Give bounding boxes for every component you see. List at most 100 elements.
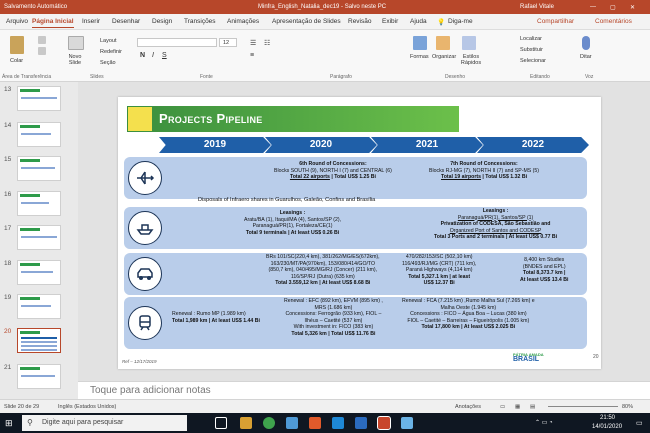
slide-thumbnail[interactable] [17, 260, 61, 285]
powerpoint-icon[interactable] [377, 416, 391, 430]
underline-button[interactable]: S [162, 52, 167, 59]
maximize-icon[interactable]: ▢ [610, 4, 616, 11]
shapes-button[interactable]: Formas [410, 54, 429, 60]
tell-me-input[interactable]: Diga-me [448, 18, 473, 25]
thumb-title-bar [20, 228, 40, 231]
menu-exibir[interactable]: Exibir [382, 18, 398, 25]
microphone-icon[interactable] [582, 36, 590, 50]
bullets-icon[interactable]: ☰ [250, 39, 256, 47]
paste-icon[interactable] [10, 36, 24, 54]
copy-icon[interactable] [38, 47, 46, 55]
share-button[interactable]: Compartilhar [537, 18, 574, 25]
slide[interactable]: Projects Pipeline 2019 2020 2021 2022 6t… [118, 97, 601, 369]
slide-thumbnail[interactable] [17, 294, 61, 319]
section-button[interactable]: Seção [100, 60, 116, 66]
file-explorer-icon[interactable] [240, 417, 252, 429]
sorter-view-icon[interactable]: ▦ [515, 404, 520, 410]
quick-styles-icon[interactable] [462, 36, 476, 50]
notes-button[interactable]: Anotações [455, 404, 481, 410]
app-icon[interactable] [332, 417, 344, 429]
notifications-icon[interactable]: ▭ [636, 419, 643, 427]
zoom-level[interactable]: 80% [622, 404, 633, 410]
menu-apresentacao[interactable]: Apresentação de Slides [272, 18, 341, 25]
taskbar: ⊞ Digite aqui para pesquisar ⚲ ⌃ ▭ ◔ 21:… [0, 413, 650, 433]
slide-thumbnail[interactable] [17, 225, 61, 250]
zoom-slider[interactable] [548, 406, 618, 407]
slide-thumbnail[interactable] [17, 364, 61, 389]
normal-view-icon[interactable]: ▭ [500, 404, 505, 410]
slide-thumbnail-panel[interactable]: 13 14 15 16 17 18 19 20 21 [0, 82, 78, 399]
slide-footnote: Ref – 12/17/2019 [122, 359, 157, 364]
menu-revisao[interactable]: Revisão [348, 18, 371, 25]
shapes-icon[interactable] [413, 36, 427, 50]
thumb-line [21, 202, 49, 204]
find-button[interactable]: Localizar [520, 36, 542, 42]
close-icon[interactable]: ✕ [630, 4, 635, 11]
chrome-icon[interactable] [263, 417, 275, 429]
menu-transicoes[interactable]: Transições [184, 18, 216, 25]
menu-pagina-inicial[interactable]: Página Inicial [32, 18, 74, 28]
arrange-icon[interactable] [436, 36, 450, 50]
reset-button[interactable]: Redefinir [100, 49, 122, 55]
replace-button[interactable]: Substituir [520, 47, 543, 53]
system-tray-icon[interactable]: ⌃ ▭ ◔ [535, 419, 553, 426]
layout-button[interactable]: Layout [100, 38, 117, 44]
select-button[interactable]: Selecionar [520, 58, 546, 64]
roads-2021: 470/282/153/SC (502,10 km) 116/493/RJ/MG… [402, 254, 477, 286]
slide-page-number: 20 [593, 354, 599, 360]
timeline: 2019 2020 2021 2022 [159, 137, 589, 153]
slide-thumbnail-selected[interactable] [17, 328, 61, 353]
thumb-line [21, 271, 53, 273]
year-chevron: 2020 [265, 137, 377, 153]
clock-date[interactable]: 14/01/2020 [592, 424, 622, 430]
menu-desenhar[interactable]: Desenhar [112, 18, 140, 25]
title-bar: Salvamento Automático Minfra_English_Nat… [0, 0, 650, 14]
quick-styles-button[interactable]: Estilos Rápidos [459, 54, 483, 66]
paste-button[interactable]: Colar [10, 58, 23, 64]
font-size-field[interactable]: 12 [219, 38, 237, 47]
numbering-icon[interactable]: ☷ [264, 39, 270, 47]
slide-thumbnail[interactable] [17, 156, 61, 181]
bold-button[interactable]: N [140, 52, 145, 59]
thumb-title-bar [20, 367, 40, 370]
menu-ajuda[interactable]: Ajuda [410, 18, 427, 25]
user-name[interactable]: Rafael Vitale [520, 4, 554, 10]
menu-arquivo[interactable]: Arquivo [6, 18, 28, 25]
menu-design[interactable]: Design [152, 18, 172, 25]
search-icon: ⚲ [27, 418, 33, 427]
reading-view-icon[interactable]: ▤ [530, 404, 535, 410]
thumb-line [21, 167, 55, 169]
font-name-field[interactable] [137, 38, 217, 47]
windows-start-icon[interactable]: ⊞ [5, 418, 13, 429]
italic-button[interactable]: I [152, 52, 154, 59]
task-view-icon[interactable] [215, 417, 227, 429]
language-status[interactable]: Inglês (Estados Unidos) [58, 404, 116, 410]
autosave-label[interactable]: Salvamento Automático [4, 4, 67, 10]
align-icon[interactable]: ≡ [250, 52, 254, 59]
menu-inserir[interactable]: Inserir [82, 18, 100, 25]
minimize-icon[interactable]: — [590, 4, 596, 10]
notes-pane[interactable]: Toque para adicionar notas [78, 381, 650, 399]
menu-animacoes[interactable]: Animações [227, 18, 259, 25]
taskbar-search[interactable]: Digite aqui para pesquisar [22, 415, 187, 431]
app-icon[interactable] [355, 417, 367, 429]
rail-2021: Renewal : FCA (7.215 km) ,Rumo Malha Sul… [402, 298, 535, 330]
ports-leasings-2021: Leasings : Paranaguá/PR(1), Santos/SP (1… [434, 208, 558, 240]
slide-title: Projects Pipeline [159, 111, 263, 126]
cut-icon[interactable] [38, 36, 46, 44]
ports-row: Leasings : Aratu/BA (1), Itaqui/MA (4), … [124, 207, 587, 249]
app-icon[interactable] [286, 417, 298, 429]
arrange-button[interactable]: Organizar [432, 54, 456, 60]
clock-time[interactable]: 21:50 [600, 415, 615, 421]
new-slide-icon[interactable] [68, 36, 84, 50]
app-icon[interactable] [401, 417, 413, 429]
slide-thumbnail[interactable] [17, 86, 61, 111]
app-icon[interactable] [309, 417, 321, 429]
year-chevron: 2022 [477, 137, 589, 153]
new-slide-button[interactable]: Novo Slide [66, 54, 84, 66]
slide-thumbnail[interactable] [17, 122, 61, 147]
slide-thumbnail[interactable] [17, 191, 61, 216]
comments-button[interactable]: Comentários [595, 18, 632, 25]
dictate-button[interactable]: Ditar [580, 54, 592, 60]
group-drawing: Desenho [445, 74, 466, 80]
